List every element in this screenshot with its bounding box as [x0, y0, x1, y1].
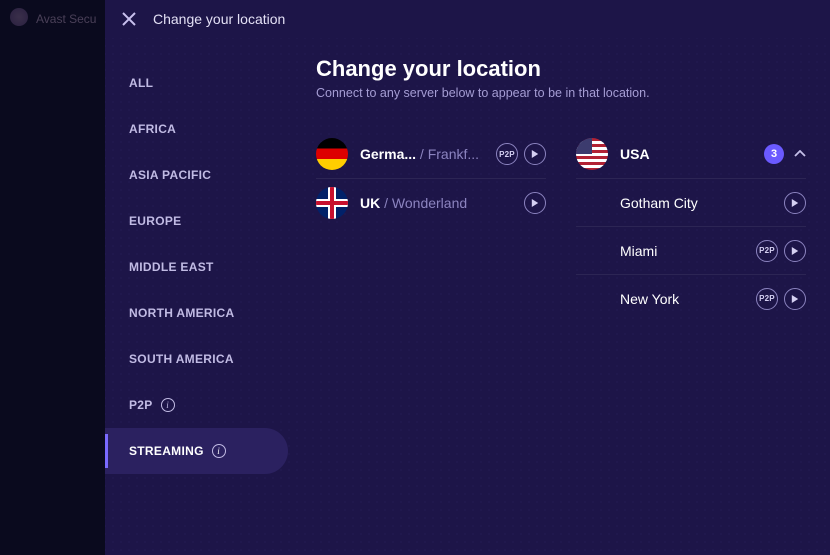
p2p-badge: P2P	[756, 240, 778, 262]
sidebar-item-p2p[interactable]: P2P i	[105, 382, 300, 428]
content-area: Change your location Connect to any serv…	[300, 38, 830, 555]
app-name: Avast Secu	[36, 12, 96, 26]
connect-button[interactable]	[524, 143, 546, 165]
server-name: UK / Wonderland	[360, 195, 518, 211]
server-city-newyork[interactable]: New York P2P	[576, 274, 806, 322]
sidebar-item-label: AFRICA	[129, 122, 176, 136]
city-name: New York	[620, 291, 750, 307]
server-columns: Germa... / Frankf... P2P UK / Wonderland	[316, 130, 806, 322]
server-city-miami[interactable]: Miami P2P	[576, 226, 806, 274]
sidebar-item-label: EUROPE	[129, 214, 181, 228]
flag-germany-icon	[316, 138, 348, 170]
server-row-uk[interactable]: UK / Wonderland	[316, 178, 546, 226]
info-icon[interactable]: i	[161, 398, 175, 412]
server-column-right: USA 3 Gotham City Miami P2P New Yor	[576, 130, 806, 322]
city-name: Miami	[620, 243, 750, 259]
city-count-badge: 3	[764, 144, 784, 164]
sidebar-item-north-america[interactable]: NORTH AMERICA	[105, 290, 300, 336]
sidebar-item-south-america[interactable]: SOUTH AMERICA	[105, 336, 300, 382]
app-background: Avast Secu	[0, 0, 105, 555]
sidebar-item-all[interactable]: ALL	[105, 60, 300, 106]
server-name: Germa... / Frankf...	[360, 146, 490, 162]
sidebar-item-label: P2P	[129, 398, 153, 412]
city-name: Gotham City	[620, 195, 778, 211]
connect-button[interactable]	[524, 192, 546, 214]
content-title: Change your location	[316, 56, 806, 82]
region-sidebar: ALL AFRICA ASIA PACIFIC EUROPE MIDDLE EA…	[105, 38, 300, 555]
panel-header: Change your location	[105, 0, 830, 38]
sidebar-item-asia-pacific[interactable]: ASIA PACIFIC	[105, 152, 300, 198]
sidebar-item-label: STREAMING	[129, 444, 204, 458]
p2p-badge: P2P	[496, 143, 518, 165]
chevron-up-icon[interactable]	[794, 150, 806, 158]
content-subtitle: Connect to any server below to appear to…	[316, 86, 806, 100]
connect-button[interactable]	[784, 240, 806, 262]
flag-usa-icon	[576, 138, 608, 170]
connect-button[interactable]	[784, 192, 806, 214]
server-row-usa[interactable]: USA 3	[576, 130, 806, 178]
connect-button[interactable]	[784, 288, 806, 310]
p2p-badge: P2P	[756, 288, 778, 310]
sidebar-item-streaming[interactable]: STREAMING i	[105, 428, 288, 474]
flag-uk-icon	[316, 187, 348, 219]
server-name: USA	[620, 146, 758, 162]
server-row-germany[interactable]: Germa... / Frankf... P2P	[316, 130, 546, 178]
sidebar-item-middle-east[interactable]: MIDDLE EAST	[105, 244, 300, 290]
sidebar-item-label: SOUTH AMERICA	[129, 352, 234, 366]
panel-title: Change your location	[153, 11, 285, 27]
info-icon[interactable]: i	[212, 444, 226, 458]
sidebar-item-label: ASIA PACIFIC	[129, 168, 211, 182]
close-icon[interactable]	[115, 5, 143, 33]
server-column-left: Germa... / Frankf... P2P UK / Wonderland	[316, 130, 546, 322]
location-panel: Change your location ALL AFRICA ASIA PAC…	[105, 0, 830, 555]
app-logo-icon	[10, 8, 28, 26]
sidebar-item-europe[interactable]: EUROPE	[105, 198, 300, 244]
sidebar-item-label: NORTH AMERICA	[129, 306, 234, 320]
sidebar-item-label: MIDDLE EAST	[129, 260, 214, 274]
sidebar-item-label: ALL	[129, 76, 153, 90]
server-city-gotham[interactable]: Gotham City	[576, 178, 806, 226]
sidebar-item-africa[interactable]: AFRICA	[105, 106, 300, 152]
